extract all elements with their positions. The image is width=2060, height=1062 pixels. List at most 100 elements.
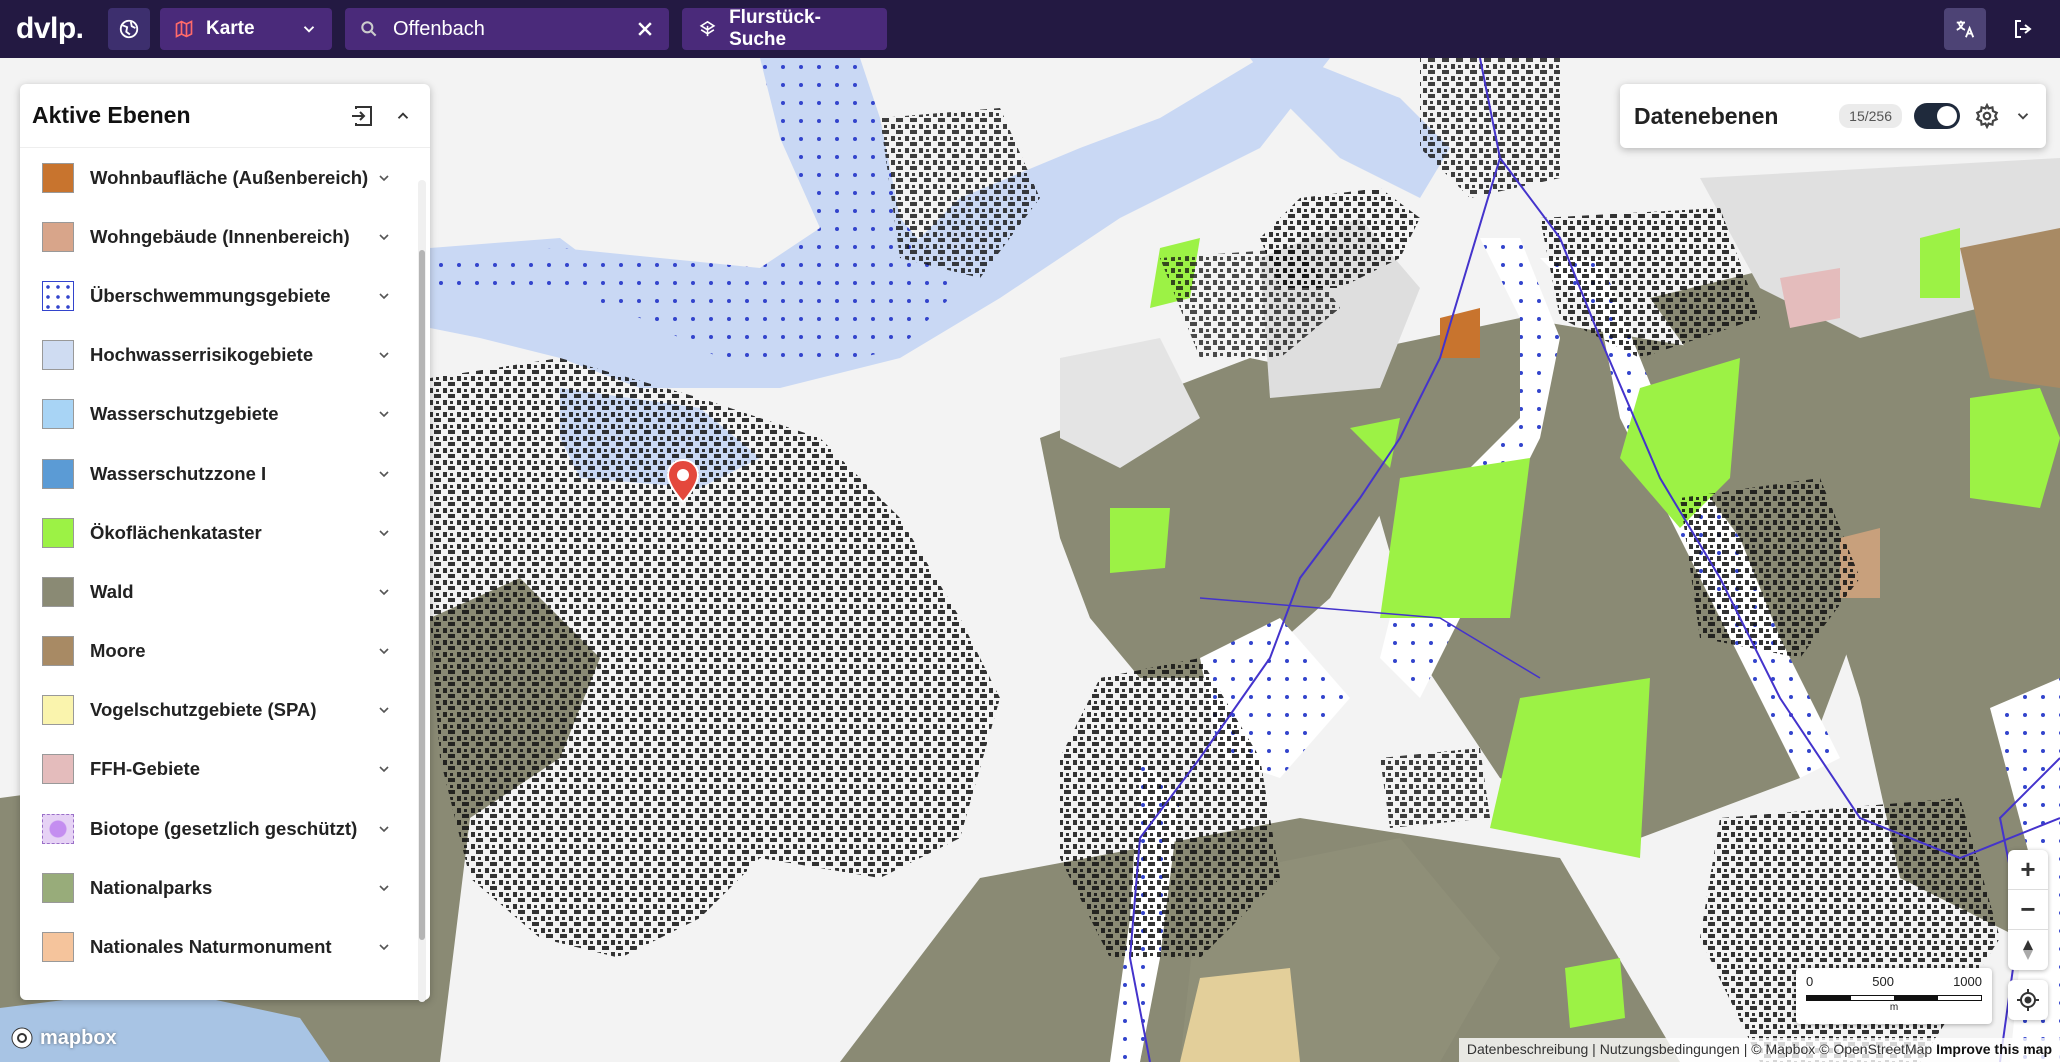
parcel-search-label: Flurstück-Suche (729, 7, 821, 50)
layer-swatch (42, 872, 74, 903)
layer-label: Hochwasserrisikogebiete (90, 344, 314, 366)
layer-label: Überschwemmungsgebiete (90, 284, 331, 306)
layer-item[interactable]: FFH-Gebiete (20, 740, 412, 799)
clear-search-icon[interactable] (635, 19, 655, 39)
scale-bar: 0 500 1000 m (1796, 968, 1992, 1024)
layer-item[interactable]: Biotope (gesetzlich geschützt) (20, 799, 412, 858)
location-pin-icon[interactable] (666, 458, 700, 504)
chevron-down-icon (303, 26, 315, 33)
layer-expand-button[interactable] (374, 582, 394, 602)
chevron-down-icon (379, 175, 389, 181)
data-layers-title: Datenebenen (1634, 102, 1779, 129)
scale-bar-graphic (1806, 995, 1982, 1001)
app-logo[interactable]: dvlp. (16, 12, 86, 46)
map-dropdown[interactable]: Karte (160, 8, 332, 50)
panel-title: Aktive Ebenen (32, 102, 191, 128)
improve-map-link[interactable]: Improve this map (1936, 1041, 2052, 1057)
layer-expand-button[interactable] (374, 523, 394, 543)
layer-swatch (42, 458, 74, 489)
globe-icon (119, 19, 139, 39)
chevron-down-icon (379, 589, 389, 596)
layer-expand-button[interactable] (374, 286, 394, 306)
layer-swatch (42, 932, 74, 963)
layer-swatch (42, 754, 74, 785)
layer-item[interactable]: Nationalparks (20, 858, 412, 917)
layer-expand-button[interactable] (374, 759, 394, 779)
collapse-panel-button[interactable] (388, 101, 418, 131)
chevron-down-icon[interactable] (2014, 107, 2032, 125)
toggle-knob (1937, 106, 1957, 126)
logout-button[interactable] (2002, 8, 2044, 50)
zoom-out-button[interactable]: − (2008, 890, 2048, 930)
layer-item[interactable]: Wohngebäude (Innenbereich) (20, 207, 412, 266)
scale-unit: m (1889, 1002, 1899, 1013)
chevron-down-icon (379, 766, 389, 773)
scrollbar-thumb[interactable] (419, 250, 425, 940)
scale-tick: 0 (1806, 974, 1814, 989)
language-button[interactable] (1944, 8, 1986, 50)
mapbox-logo[interactable]: mapbox (10, 1026, 117, 1050)
mapbox-icon (11, 1027, 33, 1049)
compass-button[interactable] (2008, 930, 2048, 970)
chevron-down-icon (379, 648, 389, 655)
layer-label: Moore (90, 640, 146, 662)
layer-item[interactable]: Überschwemmungsgebiete (20, 266, 412, 325)
layer-item[interactable]: Wasserschutzgebiete (20, 385, 412, 444)
search-input[interactable] (393, 17, 635, 41)
layer-list[interactable]: Wohnbaufläche (Außenbereich) Wohngebäude … (20, 148, 412, 990)
gear-icon[interactable] (1974, 103, 2000, 129)
layer-swatch (42, 280, 74, 311)
layer-swatch (42, 162, 74, 193)
data-layers-toggle[interactable] (1914, 103, 1960, 129)
chevron-down-icon (379, 707, 389, 714)
layer-expand-button[interactable] (374, 937, 394, 957)
active-layers-header: Aktive Ebenen (20, 84, 430, 148)
layer-expand-button[interactable] (374, 345, 394, 365)
layer-swatch (42, 340, 74, 371)
chevron-down-icon (379, 530, 389, 536)
layer-label: Wald (90, 580, 134, 602)
parcel-search-button[interactable]: Flurstück-Suche (682, 7, 887, 50)
layer-item[interactable]: Wald (20, 562, 412, 621)
layer-expand-button[interactable] (374, 641, 394, 661)
layer-swatch (42, 221, 74, 252)
layer-label: Ökoflächenkataster (90, 521, 262, 543)
search-box (345, 8, 669, 50)
layer-item[interactable]: Wasserschutzzone I (20, 444, 412, 503)
import-icon (352, 105, 372, 126)
layer-expand-button[interactable] (374, 878, 394, 898)
layer-swatch (42, 517, 74, 548)
layer-expand-button[interactable] (374, 464, 394, 484)
basemap-button[interactable] (108, 8, 150, 50)
layer-count-badge: 15/256 (1839, 104, 1902, 128)
active-layers-panel: Aktive Ebenen Wohnbaufläche (Außenbereic… (20, 84, 430, 1002)
layer-label: Wohngebäude (Innenbereich) (90, 225, 350, 247)
layer-item[interactable]: Moore (20, 622, 412, 681)
layer-item[interactable]: Vogelschutzgebiete (SPA) (20, 681, 412, 740)
layer-item[interactable]: Ökoflächenkataster (20, 503, 412, 562)
layer-list-scrollbar[interactable] (418, 180, 426, 1002)
chevron-down-icon (379, 944, 389, 951)
layer-expand-button[interactable] (374, 227, 394, 247)
layer-label: Biotope (gesetzlich geschützt) (90, 817, 358, 839)
layer-item[interactable]: Wohnbaufläche (Außenbereich) (20, 148, 412, 207)
zoom-in-button[interactable]: + (2008, 850, 2048, 890)
parcel-icon (699, 20, 716, 37)
export-layers-button[interactable] (348, 101, 378, 131)
layer-expand-button[interactable] (374, 700, 394, 720)
chevron-down-icon (379, 470, 389, 477)
layer-expand-button[interactable] (374, 404, 394, 424)
geolocate-button[interactable] (2008, 980, 2048, 1020)
zoom-controls: + − (2008, 850, 2048, 970)
chevron-down-icon (379, 885, 389, 892)
attribution-text[interactable]: Datenbeschreibung | Nutzungsbedingungen … (1467, 1041, 1932, 1057)
layer-swatch (42, 813, 74, 844)
layer-expand-button[interactable] (374, 819, 394, 839)
layer-label: Nationales Naturmonument (90, 936, 332, 958)
layer-item[interactable]: Hochwasserrisikogebiete (20, 326, 412, 385)
map-attribution: Datenbeschreibung | Nutzungsbedingungen … (1458, 1038, 2060, 1062)
layer-expand-button[interactable] (374, 168, 394, 188)
layer-item[interactable]: Nationales Naturmonument (20, 917, 412, 976)
layer-label: Nationalparks (90, 876, 213, 898)
layer-swatch (42, 695, 74, 726)
